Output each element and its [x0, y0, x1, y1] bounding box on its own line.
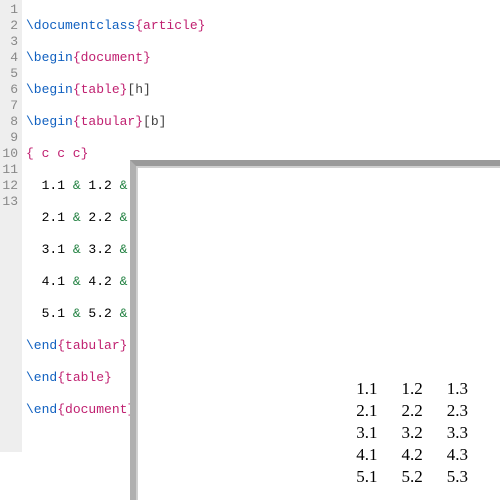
cell: 5.1 [26, 306, 73, 321]
table-cell: 1.2 [390, 378, 435, 400]
tex-opt: [b] [143, 114, 166, 129]
cell: 4.1 [26, 274, 73, 289]
tex-command: \end [26, 338, 57, 353]
rendered-table: 1.11.21.3 2.12.22.3 3.13.23.3 4.14.24.3 … [344, 378, 480, 488]
tex-command: \begin [26, 50, 73, 65]
code-line: \begin{table}[h] [26, 82, 205, 98]
table-row: 3.13.23.3 [344, 422, 480, 444]
tex-arg: {document} [57, 402, 135, 417]
preview-pane[interactable]: 1.11.21.3 2.12.22.3 3.13.23.3 4.14.24.3 … [130, 160, 500, 500]
amp-icon: & [73, 242, 81, 257]
table-cell: 5.2 [390, 466, 435, 488]
line-number: 9 [2, 130, 18, 146]
amp-icon: & [73, 210, 81, 225]
tex-arg: {document} [73, 50, 151, 65]
tex-command: \begin [26, 82, 73, 97]
line-number: 5 [2, 66, 18, 82]
line-number: 7 [2, 98, 18, 114]
tex-colspec: { c c c} [26, 146, 88, 161]
cell: 4.2 [81, 274, 120, 289]
tex-command: \begin [26, 114, 73, 129]
table-cell: 4.3 [435, 444, 480, 466]
line-number: 11 [2, 162, 18, 178]
table-cell: 5.1 [344, 466, 389, 488]
table-cell: 4.2 [390, 444, 435, 466]
tex-command: \end [26, 402, 57, 417]
table-row: 5.15.25.3 [344, 466, 480, 488]
tex-arg: {table} [57, 370, 112, 385]
table-cell: 1.3 [435, 378, 480, 400]
code-line: \begin{document} [26, 50, 205, 66]
tex-command: \end [26, 370, 57, 385]
line-number: 2 [2, 18, 18, 34]
table-cell: 4.1 [344, 444, 389, 466]
cell: 5.2 [81, 306, 120, 321]
amp-icon: & [73, 178, 81, 193]
cell: 2.1 [26, 210, 73, 225]
table-row: 1.11.21.3 [344, 378, 480, 400]
line-number: 4 [2, 50, 18, 66]
line-number: 10 [2, 146, 18, 162]
line-number: 13 [2, 194, 18, 210]
tex-arg: {tabular} [73, 114, 143, 129]
cell: 1.1 [26, 178, 73, 193]
tex-opt: [h] [127, 82, 150, 97]
line-number: 1 [2, 2, 18, 18]
tex-arg: {tabular} [57, 338, 127, 353]
line-number: 8 [2, 114, 18, 130]
tex-arg: {article} [135, 18, 205, 33]
line-gutter: 1 2 3 4 5 6 7 8 9 10 11 12 13 [0, 0, 22, 452]
code-line: \documentclass{article} [26, 18, 205, 34]
code-line: \begin{tabular}[b] [26, 114, 205, 130]
cell: 1.2 [81, 178, 120, 193]
table-cell: 1.1 [344, 378, 389, 400]
amp-icon: & [73, 274, 81, 289]
table-cell: 2.2 [390, 400, 435, 422]
table-cell: 3.3 [435, 422, 480, 444]
table-cell: 5.3 [435, 466, 480, 488]
tex-arg: {table} [73, 82, 128, 97]
table-row: 4.14.24.3 [344, 444, 480, 466]
table-cell: 3.1 [344, 422, 389, 444]
tex-command: \documentclass [26, 18, 135, 33]
cell: 3.1 [26, 242, 73, 257]
cell: 2.2 [81, 210, 120, 225]
line-number: 6 [2, 82, 18, 98]
amp-icon: & [73, 306, 81, 321]
cell: 3.2 [81, 242, 120, 257]
line-number: 12 [2, 178, 18, 194]
line-number: 3 [2, 34, 18, 50]
table-cell: 3.2 [390, 422, 435, 444]
table-row: 2.12.22.3 [344, 400, 480, 422]
table-cell: 2.3 [435, 400, 480, 422]
table-cell: 2.1 [344, 400, 389, 422]
